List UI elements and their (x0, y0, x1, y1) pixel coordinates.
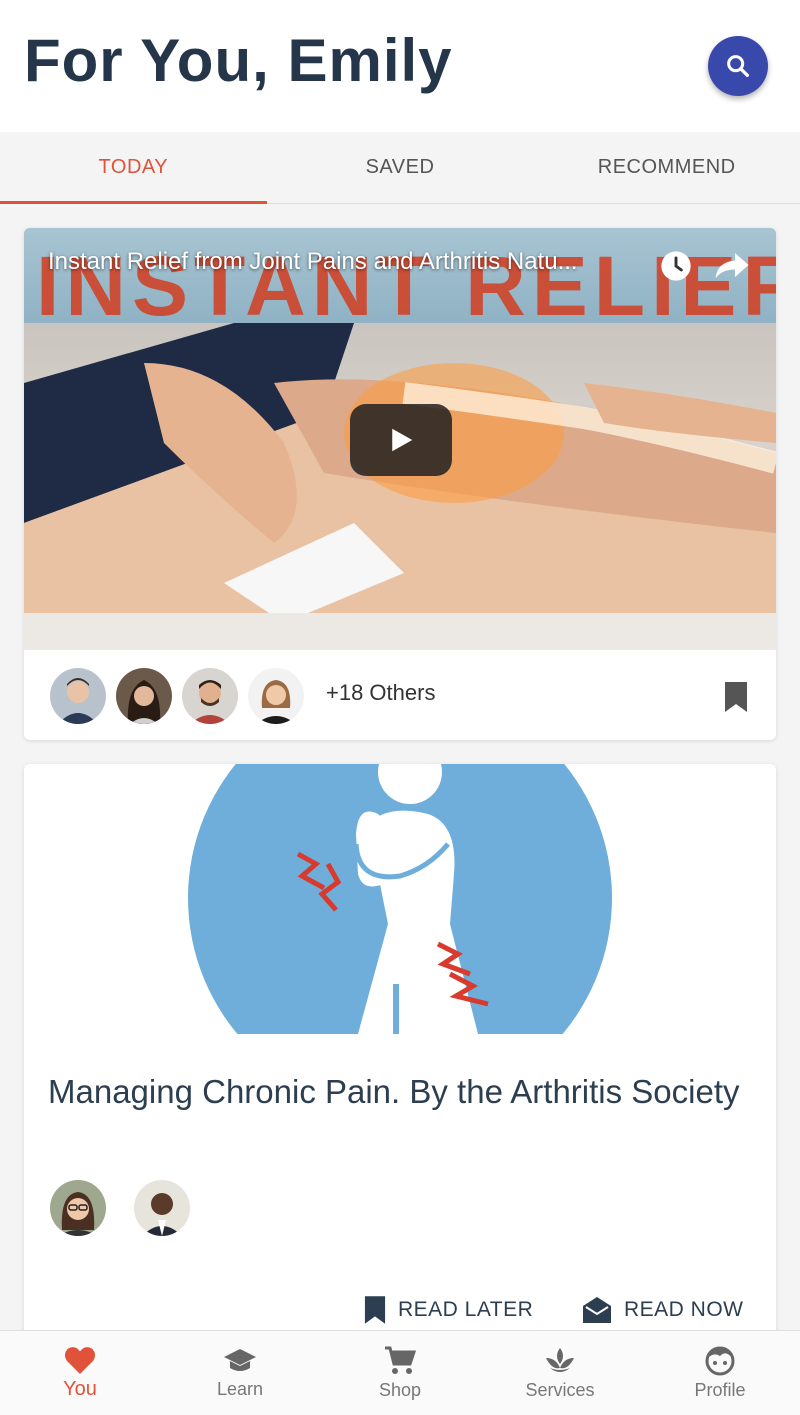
pain-illustration (188, 764, 612, 1034)
play-icon (392, 428, 413, 452)
nav-profile[interactable]: Profile (640, 1331, 800, 1415)
lotus-icon (546, 1347, 574, 1372)
bottom-nav: You Learn Shop Services Profile (0, 1330, 800, 1415)
play-button[interactable] (350, 404, 452, 476)
tab-bar: TODAY SAVED RECOMMEND (0, 132, 800, 204)
nav-you[interactable]: You (0, 1331, 160, 1415)
nav-services[interactable]: Services (480, 1331, 640, 1415)
tab-today[interactable]: TODAY (0, 132, 267, 204)
video-card: INSTANT RELIEF Instant Relief from Joint… (24, 228, 776, 740)
cart-icon (385, 1346, 416, 1374)
graduation-cap-icon (224, 1348, 256, 1371)
avatar[interactable] (48, 666, 108, 726)
tab-recommend[interactable]: RECOMMEND (533, 132, 800, 203)
share-icon[interactable] (714, 250, 750, 280)
viewer-avatars (48, 666, 312, 726)
thumbnail-scene (24, 323, 776, 650)
nav-label: Services (525, 1379, 595, 1400)
read-later-button[interactable]: READ LATER (364, 1296, 533, 1324)
article-title[interactable]: Managing Chronic Pain. By the Arthritis … (48, 1068, 748, 1116)
knee-illustration (24, 323, 776, 650)
header: For You, Emily (0, 0, 800, 132)
open-mail-icon (583, 1297, 611, 1323)
tab-saved[interactable]: SAVED (267, 132, 534, 203)
nav-shop[interactable]: Shop (320, 1331, 480, 1415)
face-icon (705, 1346, 735, 1375)
article-avatars (48, 1178, 216, 1238)
article-image (188, 764, 612, 1034)
bookmark-icon (364, 1296, 386, 1324)
search-button[interactable] (708, 36, 768, 96)
read-later-label: READ LATER (398, 1298, 534, 1321)
read-now-label: READ NOW (624, 1298, 744, 1321)
video-thumbnail[interactable]: INSTANT RELIEF Instant Relief from Joint… (24, 228, 776, 650)
bookmark-icon[interactable] (724, 682, 748, 712)
avatar[interactable] (48, 1178, 108, 1238)
nav-label: Learn (216, 1378, 264, 1399)
nav-label: Shop (378, 1379, 422, 1400)
avatar[interactable] (180, 666, 240, 726)
nav-label: Profile (694, 1379, 746, 1400)
others-count[interactable]: +18 Others (326, 680, 435, 706)
read-now-button[interactable]: READ NOW (582, 1296, 744, 1324)
nav-learn[interactable]: Learn (160, 1331, 320, 1415)
heart-icon (64, 1346, 96, 1374)
search-icon (727, 55, 749, 77)
article-card[interactable]: Managing Chronic Pain. By the Arthritis … (24, 764, 776, 1364)
avatar[interactable] (114, 666, 174, 726)
avatar[interactable] (132, 1178, 192, 1238)
nav-label: You (63, 1377, 97, 1400)
video-title[interactable]: Instant Relief from Joint Pains and Arth… (48, 248, 578, 276)
page-title: For You, Emily (24, 27, 453, 94)
clock-icon[interactable] (660, 250, 692, 282)
avatar[interactable] (246, 666, 306, 726)
